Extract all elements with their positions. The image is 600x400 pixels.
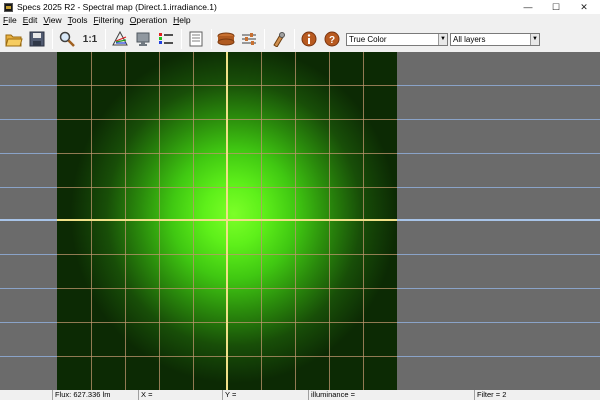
menu-file[interactable]: File [0,15,20,25]
monitor-icon[interactable] [132,28,154,50]
toolbar-separator [52,29,53,49]
zoom-magnifier-icon[interactable] [56,28,78,50]
status-flux: Flux: 627.336 lm [52,390,138,400]
status-empty [0,390,52,400]
zoom-1-1-button[interactable]: 1:1 [79,28,101,50]
toolbar-separator [105,29,106,49]
status-y: Y = [222,390,308,400]
info-icon[interactable] [298,28,320,50]
window-title: Specs 2025 R2 - Spectral map (Direct.1.i… [17,2,217,12]
grid-line [125,52,126,390]
grid-line [329,52,330,390]
report-document-icon[interactable] [185,28,207,50]
help-icon[interactable]: ? [321,28,343,50]
map-viewport[interactable] [0,52,600,390]
spectral-map-image[interactable] [57,52,397,390]
menu-operation[interactable]: Operation [127,15,170,25]
toolbar-separator [294,29,295,49]
layer-select-value: All layers [453,34,486,44]
toolbar-separator [181,29,182,49]
grid-line [295,52,296,390]
status-x: X = [138,390,222,400]
menu-help[interactable]: Help [170,15,193,25]
app-icon [4,2,13,12]
menu-bar: File Edit View Tools Filtering Operation… [0,14,600,26]
minimize-button[interactable]: — [514,0,542,14]
grid-line [261,52,262,390]
grid-line [363,52,364,390]
color-prism-icon[interactable] [109,28,131,50]
status-filter: Filter = 2 [474,390,600,400]
grid-line [91,52,92,390]
color-mode-value: True Color [349,34,387,44]
menu-filtering[interactable]: Filtering [91,15,127,25]
grid-line [159,52,160,390]
zoom-ratio-label: 1:1 [82,33,98,45]
svg-text:?: ? [329,35,335,46]
menu-edit[interactable]: Edit [20,15,41,25]
save-icon[interactable] [26,28,48,50]
measure-tool-icon[interactable] [268,28,290,50]
toolbar: 1:1 ? True Color ▼ All layers ▼ [0,26,600,52]
settings-sliders-icon[interactable] [238,28,260,50]
toolbar-separator [264,29,265,49]
close-button[interactable]: ✕ [570,0,598,14]
crosshair-horizontal[interactable] [57,219,397,221]
title-bar: Specs 2025 R2 - Spectral map (Direct.1.i… [0,0,600,14]
status-illuminance: illuminance = [308,390,474,400]
grid-line [193,52,194,390]
menu-view[interactable]: View [40,15,64,25]
color-mode-select[interactable]: True Color ▼ [346,32,448,46]
maximize-button[interactable]: ☐ [542,0,570,14]
layers-icon[interactable] [215,28,237,50]
layer-select[interactable]: All layers ▼ [450,32,540,46]
chevron-down-icon[interactable]: ▼ [438,33,447,45]
open-folder-icon[interactable] [3,28,25,50]
toolbar-separator [211,29,212,49]
crosshair-vertical[interactable] [226,52,228,390]
status-bar: Flux: 627.336 lm X = Y = illuminance = F… [0,390,600,400]
menu-tools[interactable]: Tools [65,15,91,25]
min-max-scale-icon[interactable] [155,28,177,50]
chevron-down-icon[interactable]: ▼ [530,33,539,45]
